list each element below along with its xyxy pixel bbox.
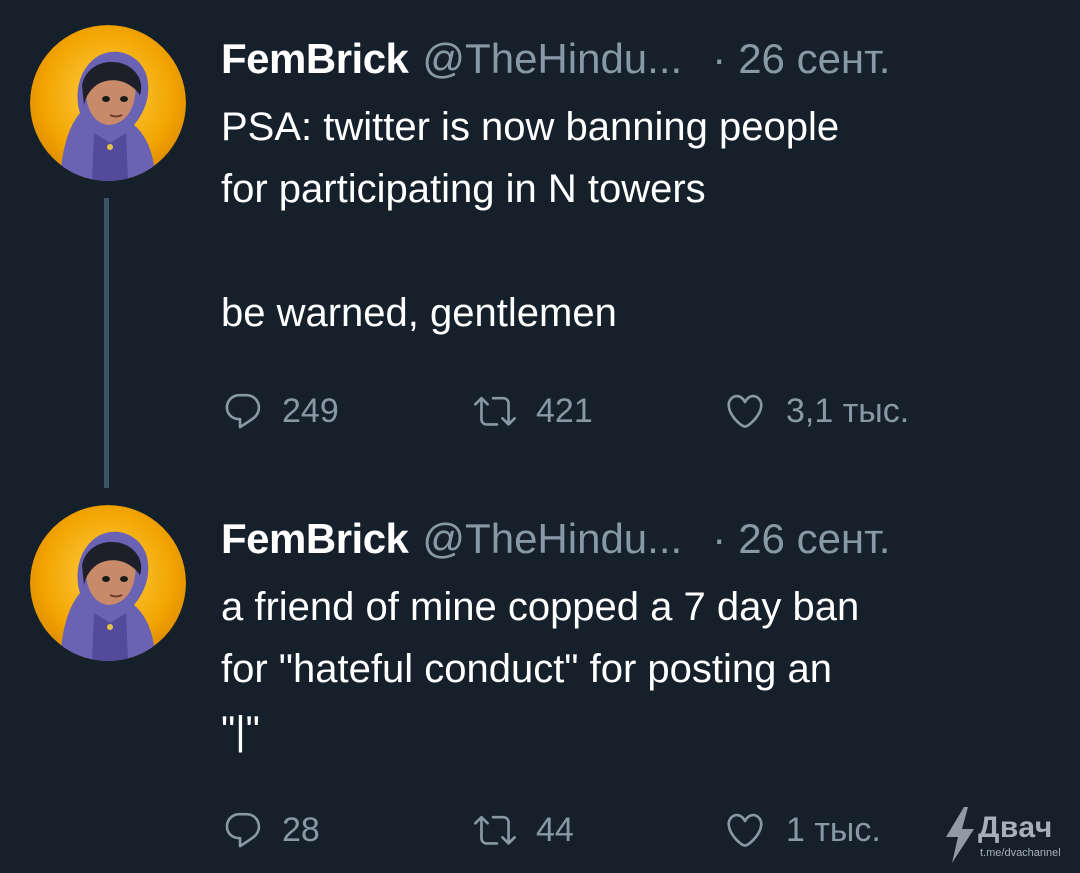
tweet-text-line: be warned, gentlemen xyxy=(221,291,617,335)
avatar[interactable] xyxy=(30,25,186,181)
watermark-name: Двач xyxy=(978,811,1053,844)
reply-icon xyxy=(222,390,264,432)
tweet-text-line: for "hateful conduct" for posting an xyxy=(221,647,832,691)
like-button[interactable]: 3,1 тыс. xyxy=(722,383,909,439)
tweet-text-line: for participating in N towers xyxy=(221,167,706,211)
retweet-icon xyxy=(472,809,518,851)
retweet-button[interactable]: 44 xyxy=(472,802,574,858)
heart-icon xyxy=(722,390,768,432)
heart-icon xyxy=(722,809,768,851)
tweet-date[interactable]: 26 сент. xyxy=(738,35,890,82)
avatar[interactable] xyxy=(30,505,186,661)
separator: · xyxy=(712,35,727,82)
display-name[interactable]: FemBrick xyxy=(221,515,409,562)
like-count: 3,1 тыс. xyxy=(786,391,910,430)
tweet-header: FemBrick @TheHindu... · 26 сент. xyxy=(221,34,890,84)
retweet-count: 421 xyxy=(536,391,593,430)
tweet-actions: 249 421 3,1 тыс. xyxy=(222,383,1002,439)
handle[interactable]: @TheHindu... xyxy=(422,35,682,82)
reply-icon xyxy=(222,809,264,851)
like-count: 1 тыс. xyxy=(786,810,881,849)
tweet[interactable]: FemBrick @TheHindu... · 26 сент. a friend o… xyxy=(0,480,1080,873)
display-name[interactable]: FemBrick xyxy=(221,35,409,82)
tweet-text-line: "|" xyxy=(221,709,260,753)
handle[interactable]: @TheHindu... xyxy=(422,515,682,562)
reply-button[interactable]: 249 xyxy=(222,383,339,439)
like-button[interactable]: 1 тыс. xyxy=(722,802,881,858)
tweet-date[interactable]: 26 сент. xyxy=(738,515,890,562)
tweet-text: PSA: twitter is now banning people for p… xyxy=(221,96,1041,344)
retweet-button[interactable]: 421 xyxy=(472,383,593,439)
reply-count: 249 xyxy=(282,391,339,430)
watermark-url: t.me/dvachannel xyxy=(980,847,1061,859)
watermark: Двач t.me/dvachannel xyxy=(942,807,1072,867)
tweet[interactable]: FemBrick @TheHindu... · 26 сент. PSA: twitt… xyxy=(0,0,1080,488)
retweet-icon xyxy=(472,390,518,432)
retweet-count: 44 xyxy=(536,810,574,849)
tweet-actions: 28 44 1 тыс. xyxy=(222,802,1002,858)
tweet-header: FemBrick @TheHindu... · 26 сент. xyxy=(221,514,890,564)
tweet-text: a friend of mine copped a 7 day ban for … xyxy=(221,576,1041,762)
separator: · xyxy=(712,515,727,562)
reply-count: 28 xyxy=(282,810,320,849)
thread-line xyxy=(104,198,109,488)
lightning-bolt-icon xyxy=(942,807,978,867)
tweet-text-line: a friend of mine copped a 7 day ban xyxy=(221,585,860,629)
reply-button[interactable]: 28 xyxy=(222,802,320,858)
tweet-text-line: PSA: twitter is now banning people xyxy=(221,105,840,149)
